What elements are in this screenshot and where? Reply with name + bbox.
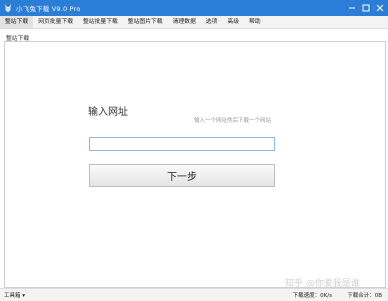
menu-batch-page-download[interactable]: 网页批量下载 [33,16,78,28]
rabbit-logo-icon [3,3,13,13]
minimize-icon[interactable] [346,2,358,14]
maximize-icon[interactable] [360,2,372,14]
toolbox-menu[interactable]: 工具箱 ▾ [4,291,25,299]
menu-site-image-download[interactable]: 整站图片下载 [123,16,168,28]
status-bar: 工具箱 ▾ 下载速度：0K/s 下载合计：0B [0,288,388,301]
close-icon[interactable] [374,2,386,14]
window-controls [344,0,386,16]
menu-bar: 整站下载 网页批量下载 整站批量下载 整站图片下载 清理数据 选项 高级 帮助 [0,16,388,29]
window-title: 小飞兔下载 V9.0 Pro [16,5,81,13]
next-step-label: 下一步 [167,172,197,183]
download-speed: 下载速度：0K/s [292,293,332,299]
menu-advanced[interactable]: 高级 [222,16,244,28]
menu-help[interactable]: 帮助 [244,16,266,28]
menu-options[interactable]: 选项 [201,16,223,28]
menu-clear-data[interactable]: 清理数据 [168,16,201,28]
title-bar: 小飞兔下载 V9.0 Pro [0,0,388,16]
next-step-button[interactable]: 下一步 [89,164,275,187]
url-hint: 输入一个网址然后下载一个网站 [194,118,272,124]
menu-batch-site-download[interactable]: 整站批量下载 [78,16,123,28]
url-input[interactable] [89,137,275,151]
menu-site-download[interactable]: 整站下载 [0,16,34,28]
url-heading: 输入网址 [88,107,128,118]
download-total: 下载合计：0B [347,293,382,299]
